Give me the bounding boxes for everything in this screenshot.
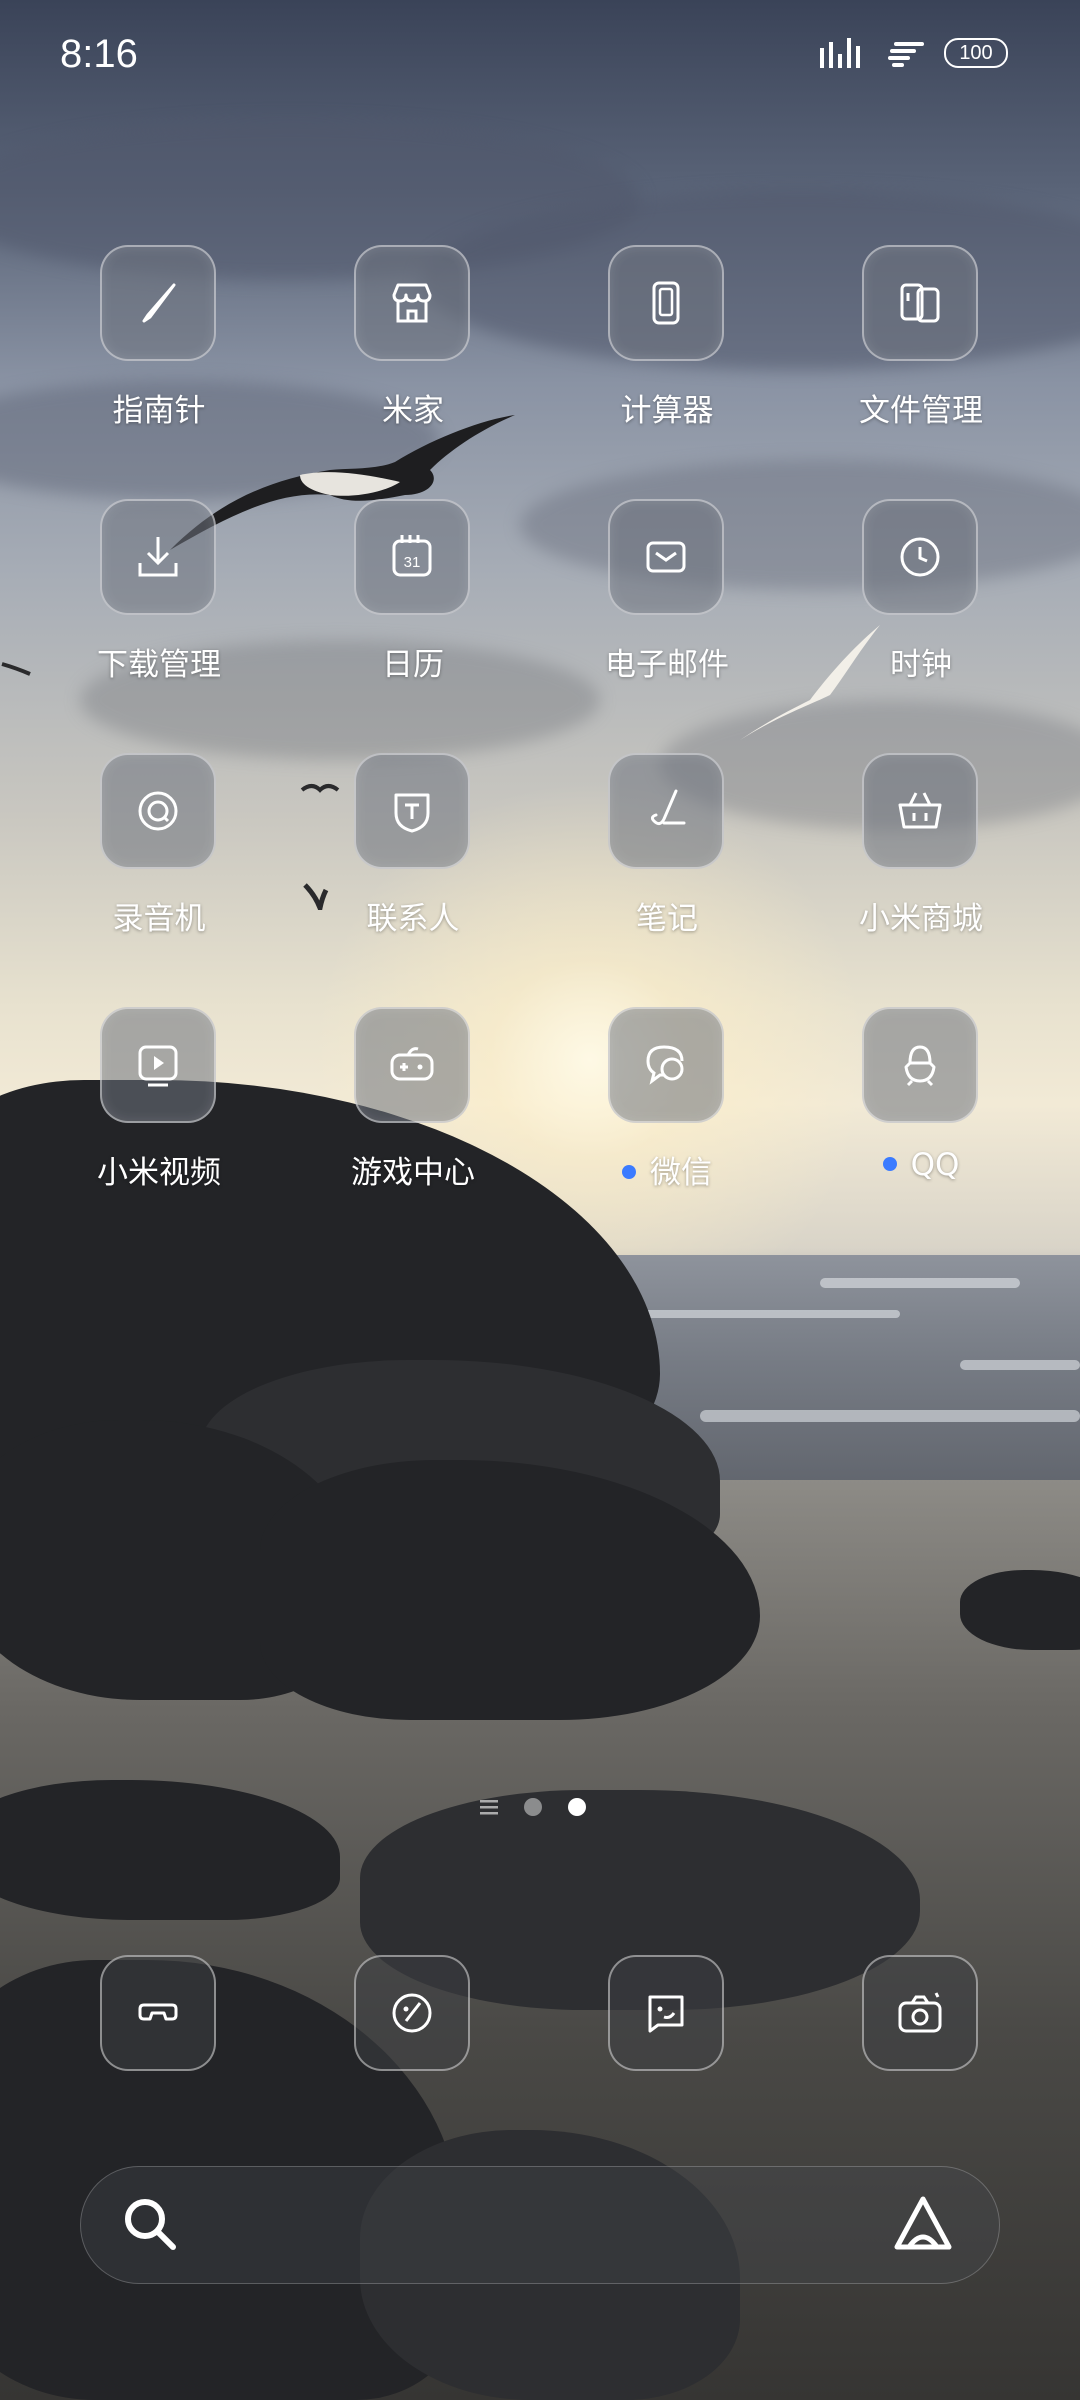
dock-phone[interactable] — [100, 1955, 216, 2071]
app-label: 计算器 — [620, 393, 714, 429]
app-label: 时钟 — [890, 647, 952, 683]
app-email[interactable]: 电子邮件 — [540, 499, 794, 699]
phone-icon[interactable] — [130, 1985, 186, 2041]
app-file-manager[interactable]: 文件管理 — [794, 245, 1048, 445]
wallpaper-wave — [820, 1278, 1020, 1288]
gamepad-icon[interactable] — [354, 1007, 470, 1123]
app-label: 米家 — [382, 393, 444, 429]
app-contacts[interactable]: 联系人 — [286, 753, 540, 953]
wallpaper-wave — [960, 1360, 1080, 1370]
dock-camera[interactable] — [862, 1955, 978, 2071]
calculator-icon[interactable] — [608, 245, 724, 361]
app-calculator[interactable]: 计算器 — [540, 245, 794, 445]
notification-dot — [622, 1164, 636, 1179]
clock-icon[interactable] — [862, 499, 978, 615]
compass-icon[interactable] — [100, 245, 216, 361]
search-icon[interactable] — [121, 2195, 179, 2253]
messages-icon[interactable] — [638, 1985, 694, 2041]
home-store-icon[interactable] — [354, 245, 470, 361]
search-bar[interactable] — [80, 2166, 1000, 2284]
app-label: 指南针 — [112, 393, 206, 429]
home-screen: 8:16 100 指南针 米家 计算器 文件管理 下载管理 31 日历 电子邮件… — [0, 0, 1080, 2400]
shop-basket-icon[interactable] — [862, 753, 978, 869]
app-mi-store[interactable]: 小米商城 — [794, 753, 1048, 953]
app-label: 联系人 — [366, 901, 460, 937]
app-label-text: 微信 — [650, 1155, 712, 1191]
app-clock[interactable]: 时钟 — [794, 499, 1048, 699]
wifi-icon — [888, 42, 924, 67]
app-label: QQ — [794, 1147, 1048, 1183]
app-label: 游戏中心 — [351, 1155, 475, 1191]
notification-dot — [882, 1156, 897, 1171]
app-compass[interactable]: 指南针 — [32, 245, 286, 445]
app-label: 电子邮件 — [605, 647, 729, 683]
app-downloads[interactable]: 下载管理 — [32, 499, 286, 699]
app-game-center[interactable]: 游戏中心 — [286, 1007, 540, 1207]
app-label: 日历 — [382, 647, 444, 683]
notes-icon[interactable] — [608, 753, 724, 869]
dock-messages[interactable] — [608, 1955, 724, 2071]
app-label: 录音机 — [112, 901, 206, 937]
files-icon[interactable] — [862, 245, 978, 361]
bird-image — [1, 662, 31, 676]
download-icon[interactable] — [100, 499, 216, 615]
battery-level: 100 — [944, 38, 1008, 68]
wechat-icon[interactable] — [608, 1007, 724, 1123]
status-icons: 100 — [818, 36, 1008, 70]
browser-icon[interactable] — [384, 1985, 440, 2041]
contacts-icon[interactable] — [354, 753, 470, 869]
camera-icon[interactable] — [892, 1985, 948, 2041]
app-mi-video[interactable]: 小米视频 — [32, 1007, 286, 1207]
status-time: 8:16 — [60, 32, 138, 76]
app-notes[interactable]: 笔记 — [540, 753, 794, 953]
app-label: 小米视频 — [97, 1155, 221, 1191]
page-indicator[interactable] — [480, 1795, 600, 1819]
mail-icon[interactable] — [608, 499, 724, 615]
wallpaper-wave — [700, 1410, 1080, 1422]
ai-assistant-icon[interactable] — [891, 2193, 955, 2257]
app-label: 微信 — [540, 1147, 794, 1192]
recorder-icon[interactable] — [100, 753, 216, 869]
app-qq[interactable]: QQ — [794, 1007, 1048, 1207]
page-dot[interactable] — [524, 1798, 542, 1816]
app-recorder[interactable]: 录音机 — [32, 753, 286, 953]
video-icon[interactable] — [100, 1007, 216, 1123]
app-drawer-icon[interactable] — [480, 1799, 498, 1815]
calendar-icon[interactable]: 31 — [354, 499, 470, 615]
page-dot-active[interactable] — [568, 1798, 586, 1816]
app-label: 下载管理 — [97, 647, 221, 683]
wallpaper-rock — [960, 1570, 1080, 1650]
app-label-text: QQ — [910, 1147, 960, 1183]
app-mijia[interactable]: 米家 — [286, 245, 540, 445]
app-label: 小米商城 — [859, 901, 983, 937]
app-label: 笔记 — [636, 901, 698, 937]
signal-icon — [820, 38, 860, 68]
app-label: 文件管理 — [859, 393, 983, 429]
status-bar: 8:16 100 — [0, 0, 1080, 110]
app-calendar[interactable]: 31 日历 — [286, 499, 540, 699]
calendar-date: 31 — [404, 554, 421, 571]
app-wechat[interactable]: 微信 — [540, 1007, 794, 1207]
qq-icon[interactable] — [862, 1007, 978, 1123]
dock-browser[interactable] — [354, 1955, 470, 2071]
